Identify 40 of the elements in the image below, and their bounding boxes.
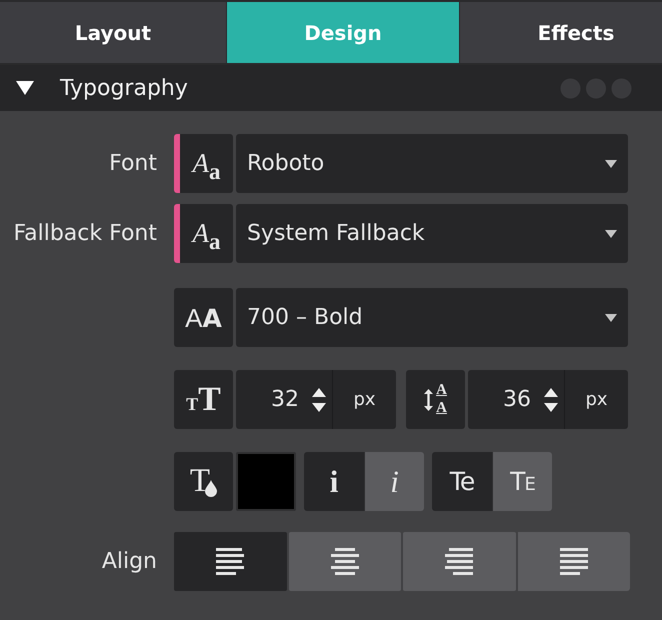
caret-icon xyxy=(605,160,617,168)
font-icon: Aa xyxy=(174,204,233,263)
align-justify-icon xyxy=(560,548,588,575)
color-swatch[interactable] xyxy=(236,452,296,511)
font-icon: Aa xyxy=(174,134,233,193)
field-label: Align xyxy=(100,549,158,574)
caret-icon xyxy=(605,230,617,238)
spin-down-icon[interactable] xyxy=(312,402,326,412)
align-center-button[interactable] xyxy=(288,532,401,591)
align-center-icon xyxy=(330,548,359,575)
tab[interactable]: Layout xyxy=(0,2,226,63)
text-color-icon: T xyxy=(174,452,233,511)
spin-up-icon[interactable] xyxy=(544,388,558,396)
align-justify-button[interactable] xyxy=(518,532,630,591)
font-size-icon: TT xyxy=(174,370,233,429)
unit-label: px xyxy=(564,370,628,429)
align-left-button[interactable] xyxy=(174,532,286,591)
font-dropdown[interactable]: Roboto xyxy=(236,134,628,193)
upright-style-button[interactable]: i xyxy=(304,452,364,511)
line-height-input[interactable]: 36 xyxy=(468,370,564,429)
field-label: Font xyxy=(108,151,158,176)
tab[interactable]: Effects xyxy=(460,2,662,63)
align-left-icon xyxy=(216,548,244,575)
spin-up-icon[interactable] xyxy=(312,388,326,396)
fallback-font-dropdown[interactable]: System Fallback xyxy=(236,204,628,263)
font-size-input[interactable]: 32 xyxy=(236,370,332,429)
normal-case-button[interactable]: Te xyxy=(432,452,492,511)
small-caps-button[interactable]: TE xyxy=(492,452,552,511)
disclosure-triangle-icon[interactable] xyxy=(16,81,34,95)
section-title: Typography xyxy=(60,76,189,100)
spin-down-icon[interactable] xyxy=(544,402,558,412)
unit-label: px xyxy=(332,370,396,429)
italic-style-button[interactable]: i xyxy=(364,452,424,511)
caret-icon xyxy=(605,314,617,322)
font-weight-dropdown[interactable]: 700 – Bold xyxy=(236,288,628,347)
line-height-icon: AA xyxy=(406,370,465,429)
align-right-icon xyxy=(445,548,474,575)
font-weight-icon: AA xyxy=(174,288,233,347)
align-right-button[interactable] xyxy=(403,532,516,591)
field-label: Fallback Font xyxy=(12,221,158,246)
